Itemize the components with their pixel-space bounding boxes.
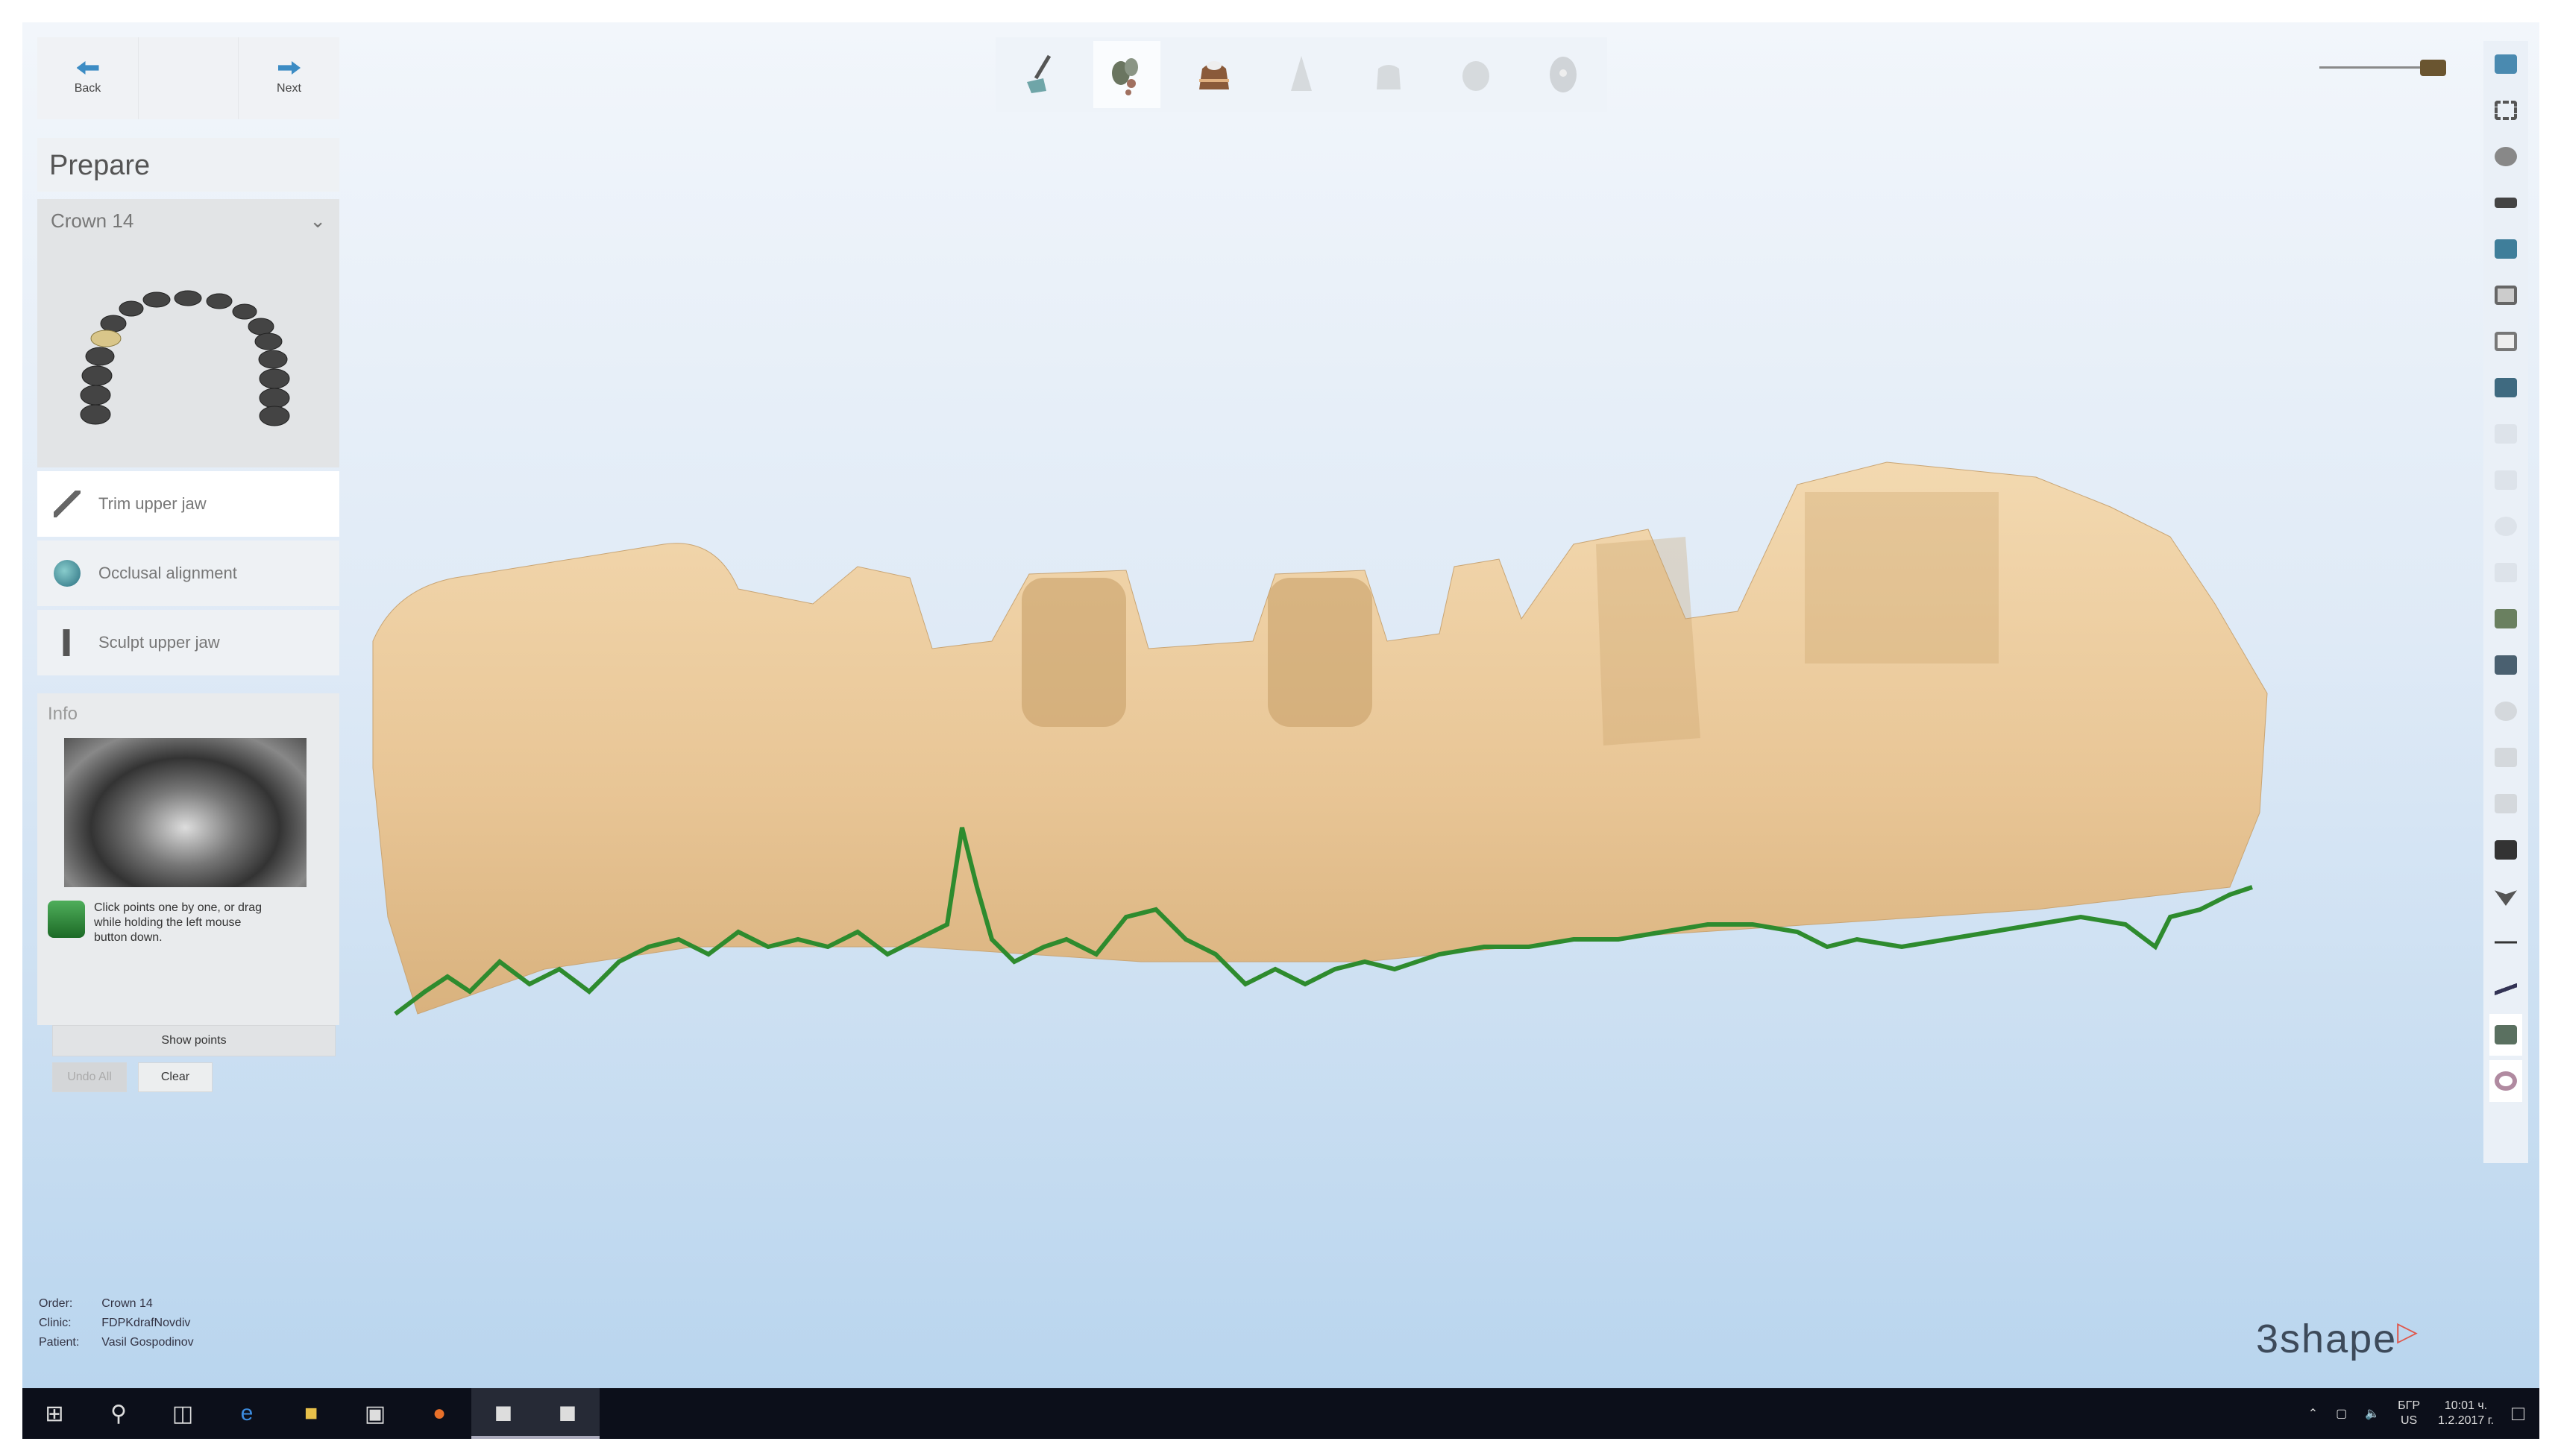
task-view-icon[interactable]: ◫ (151, 1388, 215, 1439)
time: 10:01 ч. (2444, 1399, 2488, 1412)
3d-viewport[interactable] (22, 22, 2539, 1388)
firefox-icon[interactable]: ● (407, 1388, 471, 1439)
system-tray: ⌃ ▢ 🔈 БГР US 10:01 ч. 1.2.2017 г. □ (2308, 1399, 2539, 1428)
network-icon[interactable]: ▢ (2336, 1406, 2347, 1421)
lang-top: БГР (2398, 1399, 2421, 1412)
volume-icon[interactable]: 🔈 (2365, 1406, 2380, 1421)
file-explorer-icon[interactable]: ■ (279, 1388, 343, 1439)
clock[interactable]: 10:01 ч. 1.2.2017 г. (2438, 1399, 2494, 1428)
logo-text: 3shape (2256, 1317, 2398, 1361)
language-indicator[interactable]: БГР US (2398, 1399, 2420, 1428)
date: 1.2.2017 г. (2438, 1414, 2495, 1427)
app-window: Back Next Prepare Crown 14 ⌄ Trim upper j… (22, 22, 2539, 1388)
notifications-icon[interactable]: □ (2512, 1402, 2524, 1425)
chevron-up-icon[interactable]: ⌃ (2308, 1406, 2318, 1421)
dental-system-app-icon[interactable]: ◼ (471, 1388, 535, 1439)
store-icon[interactable]: ▣ (343, 1388, 407, 1439)
3shape-logo: 3shape▷ (2256, 1316, 2419, 1362)
lang-bottom: US (2400, 1414, 2418, 1427)
start-button[interactable]: ⊞ (22, 1388, 87, 1439)
dental-designer-app-icon[interactable]: ◼ (535, 1388, 600, 1439)
windows-taskbar: ⊞ ⚲ ◫ e ■ ▣ ● ◼ ◼ ⌃ ▢ 🔈 БГР US 10:01 ч. 1.… (22, 1388, 2539, 1439)
logo-triangle-icon: ▷ (2397, 1316, 2419, 1346)
edge-browser-icon[interactable]: e (215, 1388, 279, 1439)
search-icon[interactable]: ⚲ (87, 1388, 151, 1439)
